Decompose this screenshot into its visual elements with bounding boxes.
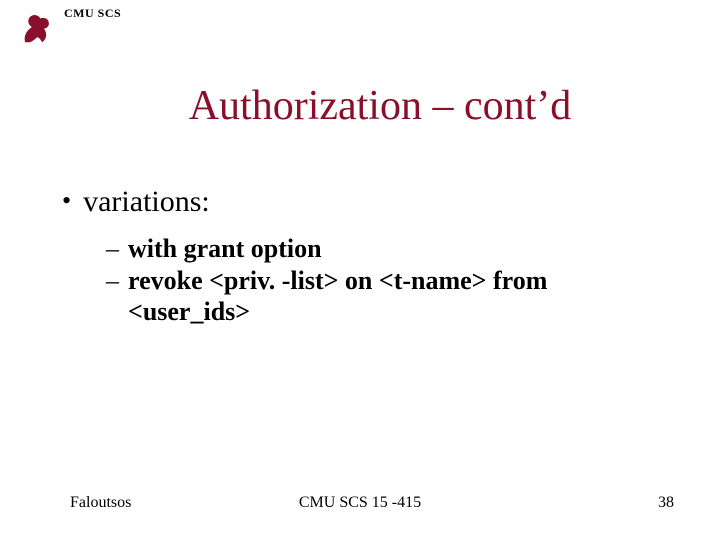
bullet-text: variations: (83, 185, 210, 219)
footer-page-number: 38 (658, 494, 674, 512)
slide-body: • variations: – with grant option – revo… (62, 185, 680, 328)
sub-bullet-item: – revoke <priv. -list> on <t-name> from (106, 265, 680, 297)
sub-bullet-list: – with grant option – revoke <priv. -lis… (106, 233, 680, 328)
bullet-item: • variations: (62, 185, 680, 219)
sub-bullet-continuation: <user_ids> (128, 296, 680, 328)
sub-bullet-item: – with grant option (106, 233, 680, 265)
org-label: CMU SCS (64, 6, 121, 21)
slide-title: Authorization – cont’d (0, 82, 720, 130)
footer-author: Faloutsos (70, 494, 131, 512)
sub-bullet-text: revoke <priv. -list> on <t-name> from (128, 265, 547, 297)
footer-course: CMU SCS 15 -415 (299, 494, 421, 512)
bullet-marker-icon: • (62, 185, 71, 217)
slide-footer: Faloutsos CMU SCS 15 -415 38 (0, 494, 720, 512)
dash-marker-icon: – (106, 265, 120, 297)
cmu-griffin-logo-icon (20, 8, 54, 46)
dash-marker-icon: – (106, 233, 120, 265)
sub-bullet-text: with grant option (128, 233, 322, 265)
slide-header: CMU SCS (20, 8, 121, 46)
